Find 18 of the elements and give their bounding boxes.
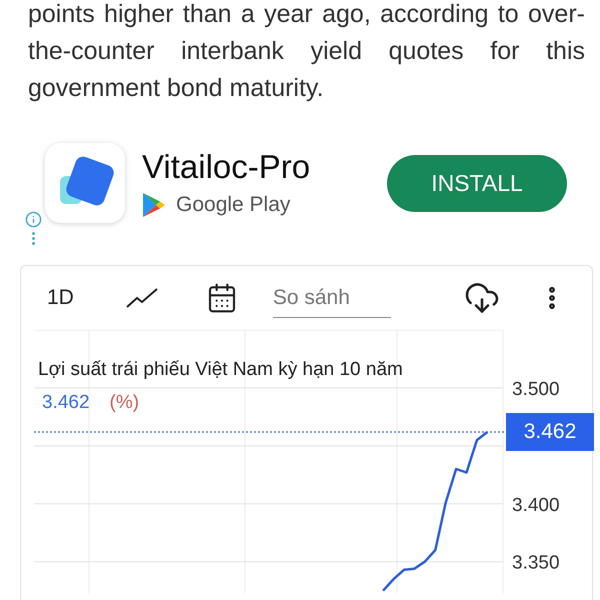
price-tag: 3.462 (506, 412, 594, 451)
store-name: Google Play (176, 192, 290, 218)
cloud-download-icon[interactable] (464, 280, 500, 316)
chart-title: Lợi suất trái phiếu Việt Nam kỳ hạn 10 năm (38, 358, 403, 382)
current-value: 3.462 (42, 390, 90, 414)
unit-label: (%) (110, 390, 140, 414)
range-button[interactable]: 1D (47, 282, 74, 314)
axis-label: 3.500 (512, 378, 560, 400)
compare-field[interactable]: So sánh (272, 278, 391, 318)
info-icon[interactable] (25, 211, 42, 228)
play-store-icon (142, 192, 166, 218)
trend-line-icon[interactable] (126, 287, 158, 309)
axis-label: 3.400 (512, 494, 560, 516)
install-button[interactable]: INSTALL (387, 155, 567, 212)
article-paragraph: points higher than a year ago, according to over-the-counter interbank yield quotes for this government bond maturity. (27, 0, 586, 104)
axis-label: 3.350 (512, 552, 560, 574)
app-name[interactable]: Vitailoc-Pro (142, 147, 310, 187)
app-icon[interactable] (45, 143, 125, 223)
